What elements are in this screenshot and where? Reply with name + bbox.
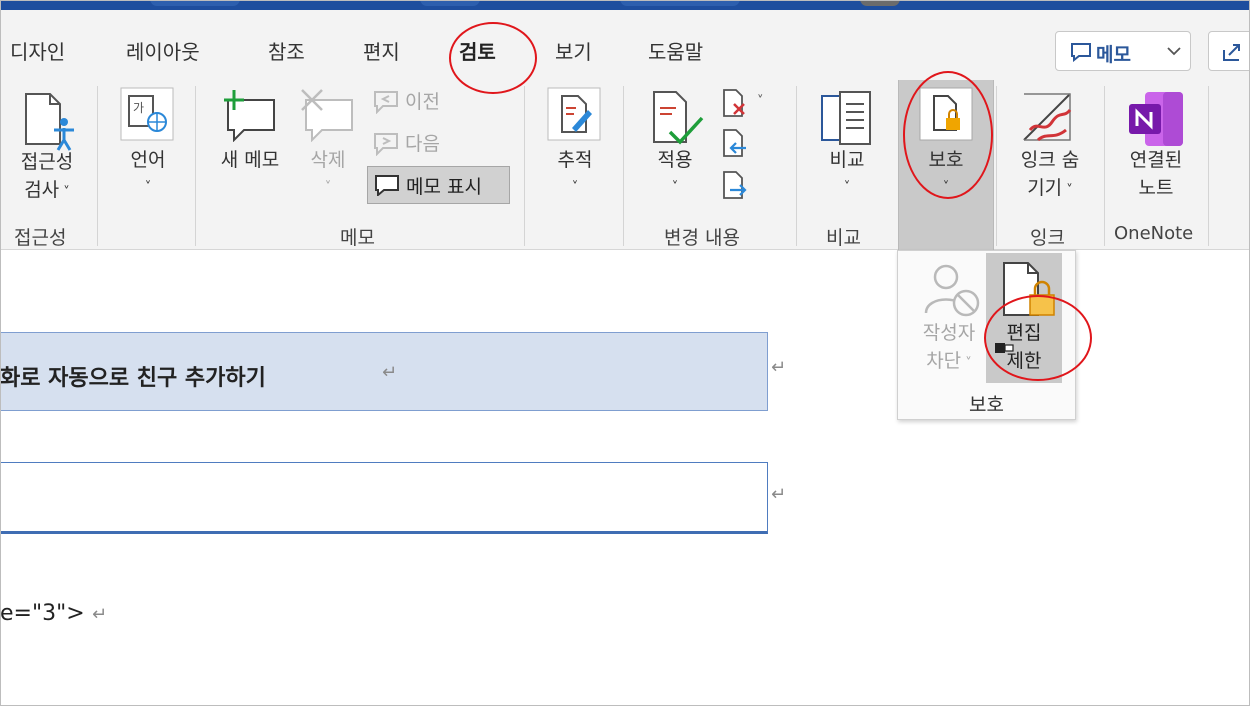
protect-button[interactable]: 보호 ˅	[918, 146, 974, 202]
accessibility-check-icon	[25, 93, 74, 151]
previous-comment-icon	[374, 91, 398, 114]
group-divider	[97, 86, 98, 246]
empty-paragraph-block[interactable]	[0, 462, 768, 534]
comments-button[interactable]: 메모	[1055, 31, 1191, 71]
block-authors-button[interactable]: 작성자 차단 ˅	[916, 319, 982, 378]
share-icon	[1223, 44, 1240, 61]
mouse-cursor-icon	[995, 343, 1014, 353]
tracking-button[interactable]: 추적 ˅	[546, 146, 604, 202]
reject-dropdown-chevron[interactable]: ˅	[757, 94, 764, 109]
protect-icon	[919, 87, 973, 141]
ribbon-tab-row: 디자인 레이아웃 참조 편지 검토 보기 도움말 메모	[0, 10, 1250, 80]
protect-dropdown: 작성자 차단 ˅ 편집 제한 보호	[897, 250, 1076, 420]
new-comment-icon	[224, 90, 275, 142]
group-label-accessibility: 접근성	[14, 227, 67, 249]
hide-ink-icon	[1023, 93, 1072, 142]
group-divider	[796, 86, 797, 246]
document-heading: 화로 자동으로 친구 추가하기	[0, 366, 266, 391]
track-changes-icon	[547, 87, 601, 141]
group-label-changes: 변경 내용	[664, 227, 740, 249]
show-comments-button[interactable]: 메모 표시	[367, 166, 510, 204]
previous-comment-button[interactable]: 이전	[405, 88, 440, 116]
onenote-icon	[1129, 92, 1183, 146]
group-label-comments: 메모	[340, 227, 375, 249]
group-label-compare: 비교	[826, 227, 861, 249]
paragraph-mark: ↵	[92, 604, 108, 625]
compare-icon	[821, 91, 871, 145]
group-label-ink: 잉크	[1030, 227, 1065, 249]
hide-ink-button[interactable]: 잉크 숨 기기 ˅	[1010, 146, 1090, 205]
tab-layout[interactable]: 레이아웃	[126, 36, 200, 65]
group-divider	[1208, 86, 1209, 246]
group-divider	[1104, 86, 1105, 246]
paragraph-mark: ↵	[771, 357, 787, 378]
paragraph-mark: ↵	[382, 362, 398, 383]
tab-references[interactable]: 참조	[268, 36, 305, 65]
group-divider	[623, 86, 624, 246]
previous-change-icon	[723, 129, 746, 157]
ribbon: 접근성 검사 ˅ 접근성 가 언어 ˅ 새 메모 삭제 ˅ 이전 다음 메모 표…	[0, 80, 1250, 250]
delete-comment-button[interactable]: 삭제 ˅	[298, 146, 358, 202]
group-label-protect: 보호	[969, 394, 1004, 416]
tab-mailings[interactable]: 편지	[363, 36, 400, 65]
reject-change-icon	[723, 89, 745, 117]
tab-review[interactable]: 검토	[459, 36, 496, 65]
block-authors-icon	[924, 264, 980, 317]
group-divider	[524, 86, 525, 246]
delete-comment-icon	[301, 89, 353, 142]
new-comment-button[interactable]: 새 메모	[210, 146, 290, 174]
linked-notes-button[interactable]: 연결된 노트	[1118, 146, 1194, 202]
tab-design[interactable]: 디자인	[10, 36, 65, 65]
group-divider	[996, 86, 997, 246]
tab-view[interactable]: 보기	[555, 36, 592, 65]
paragraph-mark: ↵	[771, 484, 787, 505]
title-bar	[0, 0, 1250, 10]
show-comments-icon	[375, 175, 399, 196]
show-comments-label: 메모 표시	[406, 176, 482, 198]
next-comment-button[interactable]: 다음	[405, 130, 440, 158]
accept-change-icon	[653, 91, 704, 145]
chevron-down-icon	[1167, 47, 1181, 56]
svg-text:가: 가	[133, 101, 144, 115]
language-icon: 가	[120, 87, 174, 141]
tab-help[interactable]: 도움말	[648, 36, 703, 65]
restrict-editing-icon	[1003, 262, 1055, 316]
accept-button[interactable]: 적용 ˅	[648, 146, 702, 202]
next-comment-icon	[374, 133, 398, 156]
comments-button-label: 메모	[1096, 44, 1131, 66]
next-change-icon	[723, 171, 747, 199]
accessibility-check-button[interactable]: 접근성 검사 ˅	[12, 148, 82, 207]
group-divider	[195, 86, 196, 246]
compare-button[interactable]: 비교 ˅	[820, 146, 874, 202]
comment-icon	[1071, 43, 1091, 62]
code-line: e="3">	[0, 601, 85, 626]
group-label-onenote: OneNote	[1114, 223, 1194, 244]
share-button[interactable]	[1208, 31, 1250, 71]
language-button[interactable]: 언어 ˅	[118, 146, 178, 202]
